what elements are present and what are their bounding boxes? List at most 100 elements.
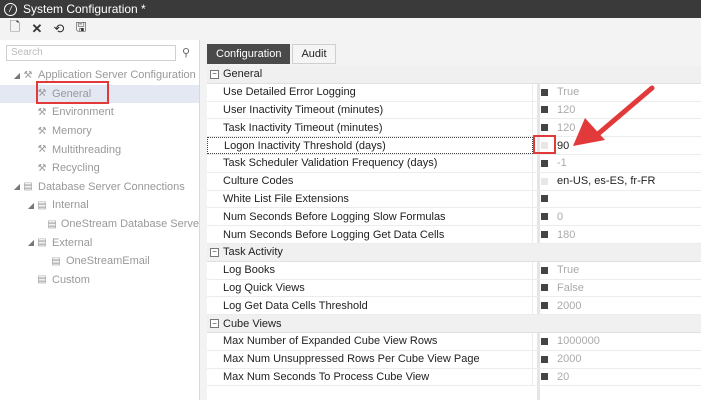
- inherit-checkbox[interactable]: [541, 355, 548, 363]
- property-value-cell[interactable]: -1: [537, 155, 701, 172]
- category-label: General: [223, 68, 263, 81]
- config-tree: ◢ ⚒ Application Server Configuration ⚒ Gener…: [0, 66, 199, 289]
- property-row[interactable]: Logon Inactivity Threshold (days) 90: [207, 137, 701, 155]
- property-value: 180: [557, 228, 576, 241]
- property-name: Use Detailed Error Logging: [207, 83, 533, 101]
- property-value-cell[interactable]: 0: [537, 208, 701, 225]
- property-row[interactable]: White List File Extensions: [207, 190, 701, 209]
- inherit-checkbox[interactable]: [541, 213, 548, 221]
- search-input[interactable]: [6, 44, 176, 61]
- property-value-cell[interactable]: 120: [537, 119, 701, 136]
- tree-node-label: General: [52, 87, 92, 100]
- property-row[interactable]: Max Num Seconds To Process Cube View 20: [207, 368, 701, 387]
- property-row[interactable]: Culture Codes en-US, es-ES, fr-FR: [207, 172, 701, 191]
- inherit-checkbox[interactable]: [541, 373, 548, 381]
- category-row-cube-views[interactable]: − Cube Views: [207, 315, 701, 333]
- property-value-cell[interactable]: en-US, es-ES, fr-FR: [537, 173, 701, 190]
- property-row[interactable]: Log Quick Views False: [207, 279, 701, 298]
- refresh-button[interactable]: ⟲: [52, 21, 66, 36]
- new-document-icon: 🗋: [9, 19, 21, 34]
- tree-node-onestream-database-serve[interactable]: ▤ OneStream Database Serve: [0, 215, 199, 234]
- inherit-checkbox[interactable]: [541, 177, 548, 185]
- property-value-cell[interactable]: True: [537, 262, 701, 279]
- property-row[interactable]: Log Books True: [207, 261, 701, 280]
- inherit-checkbox[interactable]: [541, 284, 548, 292]
- inherit-checkbox[interactable]: [541, 159, 548, 167]
- property-value-cell[interactable]: 2000: [537, 297, 701, 314]
- tree-node-application-server-configuration[interactable]: ◢ ⚒ Application Server Configuration: [0, 66, 199, 85]
- tree-node-label: OneStream Database Serve: [60, 218, 199, 231]
- delete-button[interactable]: ✕: [30, 21, 44, 36]
- expand-toggle-icon[interactable]: ◢: [12, 71, 22, 80]
- property-value-cell[interactable]: 20: [537, 369, 701, 386]
- property-row[interactable]: Log Get Data Cells Threshold 2000: [207, 297, 701, 316]
- inherit-checkbox[interactable]: [541, 142, 548, 150]
- property-value-cell[interactable]: [537, 191, 701, 208]
- property-value-cell[interactable]: 2000: [537, 351, 701, 368]
- wrench-icon: ⚒: [37, 106, 47, 118]
- property-name: Log Quick Views: [207, 279, 533, 297]
- tree-node-custom[interactable]: ▤ Custom: [0, 271, 199, 290]
- tree-node-external[interactable]: ◢ ▤ External: [0, 233, 199, 252]
- tree-node-environment[interactable]: ⚒ Environment: [0, 103, 199, 122]
- expand-toggle-icon[interactable]: ◢: [26, 238, 36, 247]
- tree-node-database-server-connections[interactable]: ◢ ▤ Database Server Connections: [0, 178, 199, 197]
- tab-configuration[interactable]: Configuration: [207, 44, 291, 64]
- property-value-cell[interactable]: 120: [537, 102, 701, 119]
- property-row[interactable]: Num Seconds Before Logging Get Data Cell…: [207, 226, 701, 244]
- new-button[interactable]: 🗋: [8, 19, 22, 36]
- collapse-icon[interactable]: −: [210, 319, 219, 329]
- tab-audit[interactable]: Audit: [292, 44, 336, 64]
- inherit-checkbox[interactable]: [541, 266, 548, 274]
- collapse-icon[interactable]: −: [210, 69, 219, 79]
- inherit-checkbox[interactable]: [541, 124, 548, 132]
- save-button[interactable]: 🖫: [74, 19, 88, 36]
- tree-node-onestreamemail[interactable]: ▤ OneStreamEmail: [0, 252, 199, 271]
- property-row[interactable]: Task Inactivity Timeout (minutes) 120: [207, 119, 701, 138]
- inherit-checkbox[interactable]: [541, 106, 548, 114]
- tree-node-general[interactable]: ⚒ General: [0, 84, 199, 104]
- inherit-checkbox[interactable]: [541, 88, 548, 96]
- tree-node-recycling[interactable]: ⚒ Recycling: [0, 159, 199, 178]
- property-name: Task Inactivity Timeout (minutes): [207, 119, 533, 137]
- property-value-cell[interactable]: False: [537, 280, 701, 297]
- inherit-checkbox[interactable]: [541, 302, 548, 310]
- expand-toggle-icon[interactable]: ◢: [12, 182, 22, 191]
- property-row[interactable]: Task Scheduler Validation Frequency (day…: [207, 154, 701, 173]
- tree-node-label: Memory: [52, 125, 92, 138]
- tree-node-label: Environment: [52, 106, 114, 119]
- tree-node-memory[interactable]: ⚒ Memory: [0, 122, 199, 141]
- property-value-cell[interactable]: 90: [537, 137, 701, 154]
- property-row[interactable]: Use Detailed Error Logging True: [207, 83, 701, 102]
- property-row[interactable]: Max Number of Expanded Cube View Rows 100…: [207, 332, 701, 351]
- database-icon: ▤: [23, 181, 33, 193]
- expand-toggle-icon[interactable]: ◢: [26, 201, 36, 210]
- property-value: True: [557, 86, 580, 99]
- navigation-pane: ⚲ ◢⚒Application Server Configuration⚒Gen…: [0, 40, 200, 400]
- collapse-icon[interactable]: −: [210, 247, 219, 257]
- inherit-checkbox[interactable]: [541, 337, 548, 345]
- inherit-checkbox[interactable]: [541, 231, 548, 239]
- property-name: Culture Codes: [207, 172, 533, 190]
- database-icon: ▤: [37, 199, 47, 211]
- property-value: True: [557, 264, 580, 277]
- property-value-cell[interactable]: True: [537, 84, 701, 101]
- property-value: 120: [557, 121, 576, 134]
- property-row[interactable]: Max Num Unsuppressed Rows Per Cube View …: [207, 350, 701, 369]
- property-value-cell[interactable]: 180: [537, 226, 701, 243]
- property-row[interactable]: Num Seconds Before Logging Slow Formulas…: [207, 208, 701, 227]
- save-icon: 🖫: [75, 19, 87, 34]
- tree-node-internal[interactable]: ◢ ▤ Internal: [0, 196, 199, 215]
- tree-node-multithreading[interactable]: ⚒ Multithreading: [0, 140, 199, 159]
- category-row-task-activity[interactable]: − Task Activity: [207, 243, 701, 262]
- property-name: Logon Inactivity Threshold (days): [207, 137, 533, 154]
- property-value: False: [557, 281, 584, 294]
- binoculars-icon[interactable]: ⚲: [182, 46, 190, 59]
- property-value-cell[interactable]: 1000000: [537, 333, 701, 350]
- properties-pane: Configuration Audit − General Use Detailed …: [203, 40, 701, 400]
- tree-node-label: Recycling: [52, 162, 100, 175]
- category-row-general[interactable]: − General: [207, 66, 701, 84]
- property-row[interactable]: User Inactivity Timeout (minutes) 120: [207, 101, 701, 120]
- search-row: ⚲: [6, 44, 196, 61]
- inherit-checkbox[interactable]: [541, 195, 548, 203]
